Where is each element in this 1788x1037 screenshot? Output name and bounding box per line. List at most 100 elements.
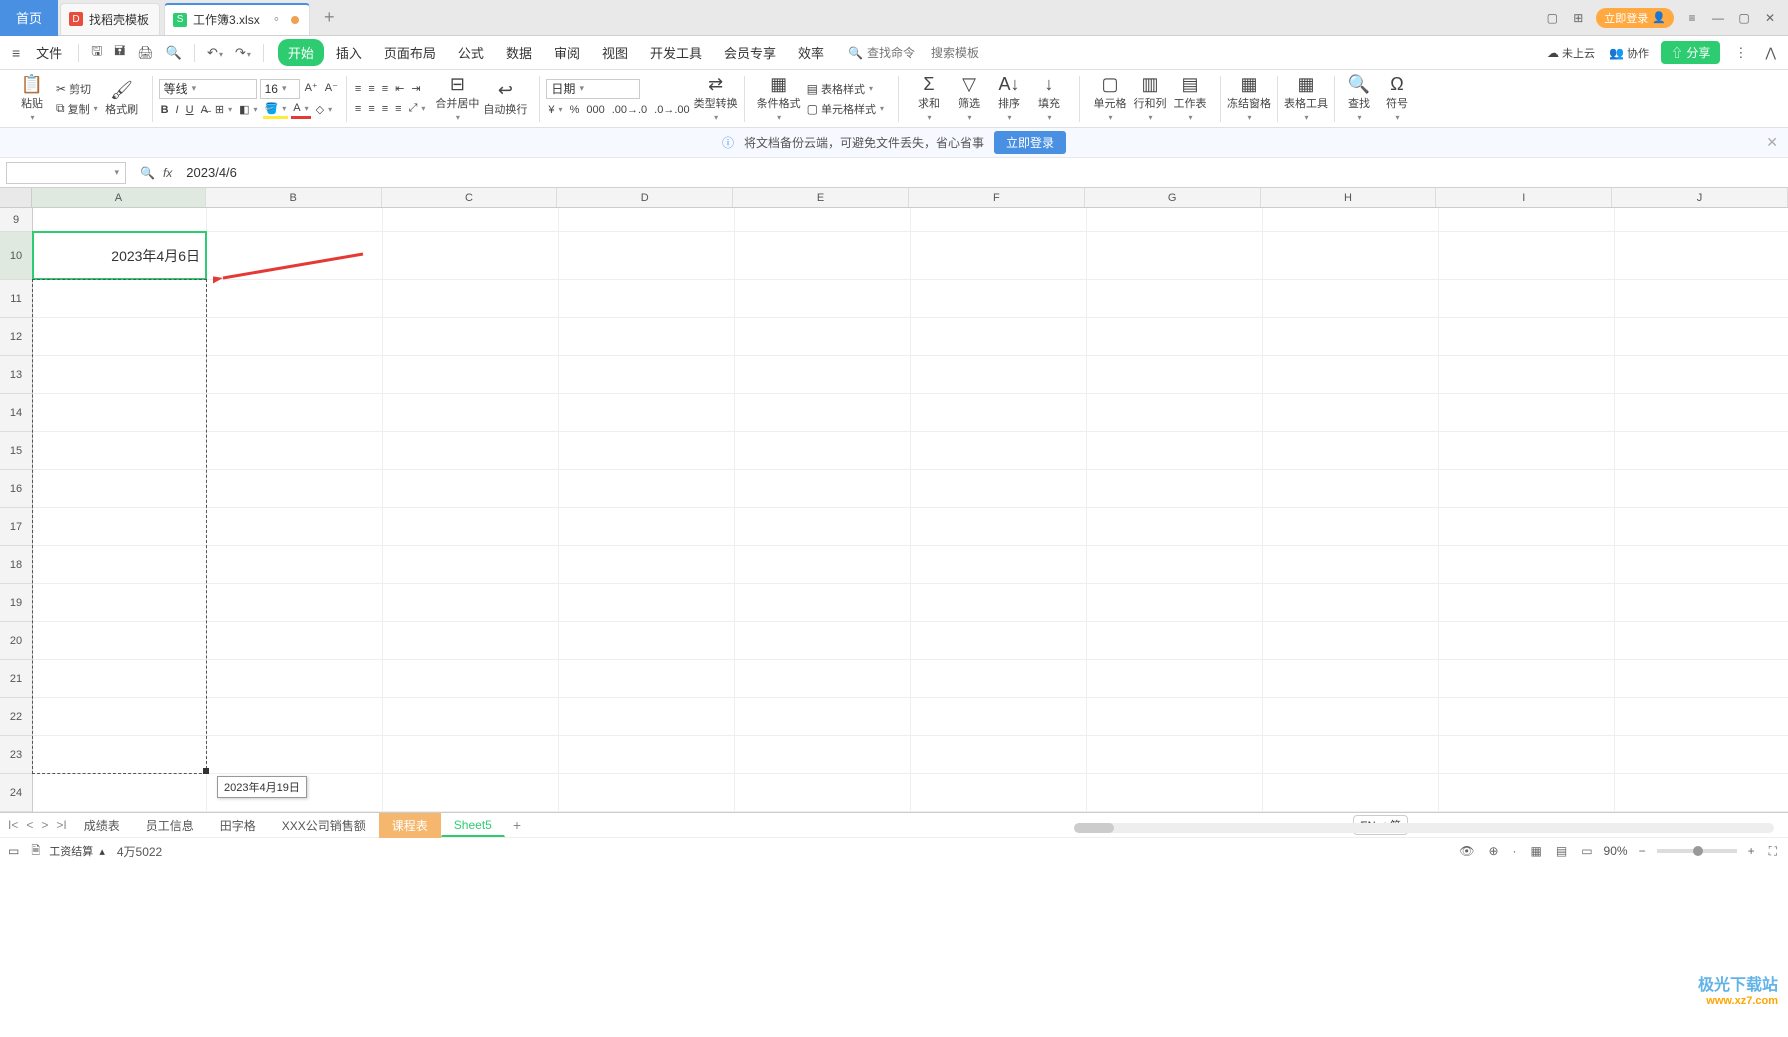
- zoom-thumb[interactable]: [1693, 846, 1703, 856]
- col-header-g[interactable]: G: [1085, 188, 1261, 207]
- strike-button[interactable]: A̶: [199, 101, 210, 119]
- tab-formula[interactable]: 公式: [448, 39, 494, 66]
- cancel-fx-icon[interactable]: 🔍: [140, 166, 155, 180]
- add-sheet-button[interactable]: +: [505, 817, 529, 833]
- row-header[interactable]: 15: [0, 432, 32, 470]
- search-tpl-input[interactable]: [931, 46, 991, 60]
- menu-icon[interactable]: ≡: [1684, 10, 1700, 26]
- maximize-icon[interactable]: ▢: [1736, 10, 1752, 26]
- dec-font-icon[interactable]: A⁻: [323, 79, 340, 97]
- zoom-in-icon[interactable]: +: [1745, 844, 1758, 858]
- fill-color-button[interactable]: 🪣: [263, 101, 289, 119]
- status-doc[interactable]: 🗎 工资结算 ▴: [29, 842, 107, 860]
- row-header[interactable]: 20: [0, 622, 32, 660]
- redo-icon[interactable]: ↷: [231, 45, 255, 61]
- clear-fmt-button[interactable]: ◇: [314, 101, 334, 119]
- col-header-h[interactable]: H: [1261, 188, 1437, 207]
- col-header-b[interactable]: B: [206, 188, 382, 207]
- tab-dev[interactable]: 开发工具: [640, 39, 712, 66]
- find-button[interactable]: 🔍查找: [1341, 75, 1377, 122]
- row-header[interactable]: 9: [0, 208, 32, 232]
- tab-vip[interactable]: 会员专享: [714, 39, 786, 66]
- table-tools-button[interactable]: ▦表格工具: [1284, 75, 1328, 122]
- inc-font-icon[interactable]: A⁺: [303, 79, 320, 97]
- dec-inc-icon[interactable]: .00→.0: [610, 101, 649, 119]
- orientation-icon[interactable]: ⤢: [407, 100, 428, 118]
- sheet-tab[interactable]: 成绩表: [71, 813, 133, 838]
- border-button[interactable]: ⊞: [213, 101, 234, 119]
- coop-button[interactable]: 👥协作: [1607, 44, 1651, 62]
- zoom-out-icon[interactable]: −: [1636, 844, 1649, 858]
- cell-effect-button[interactable]: ◧: [237, 101, 259, 119]
- cond-format-button[interactable]: ▦条件格式: [757, 75, 801, 122]
- sheet-nav-next-icon[interactable]: >: [37, 818, 52, 832]
- minimize-icon[interactable]: —: [1710, 10, 1726, 26]
- sum-button[interactable]: Σ求和: [911, 75, 947, 122]
- view-reading-icon[interactable]: ▭: [1578, 844, 1595, 858]
- copy-button[interactable]: ⧉复制: [54, 100, 100, 118]
- sheet-tab-active[interactable]: Sheet5: [441, 814, 505, 837]
- close-icon[interactable]: ✕: [1762, 10, 1778, 26]
- hamburger-icon[interactable]: ≡: [8, 45, 24, 61]
- align-left-icon[interactable]: ≡: [353, 100, 363, 118]
- search-cmd-input[interactable]: [867, 46, 927, 60]
- name-box[interactable]: [6, 162, 126, 184]
- sheet-tab[interactable]: 员工信息: [133, 813, 207, 838]
- tab-layout[interactable]: 页面布局: [374, 39, 446, 66]
- home-tab[interactable]: 首页: [0, 0, 58, 36]
- banner-close-icon[interactable]: ✕: [1766, 134, 1778, 151]
- collapse-ribbon-icon[interactable]: ⋀: [1761, 45, 1780, 61]
- type-convert-button[interactable]: ⇄类型转换: [694, 75, 738, 122]
- indent-inc-icon[interactable]: ⇥: [409, 80, 422, 98]
- cloud-login-button[interactable]: 立即登录: [994, 131, 1066, 154]
- cloud-status[interactable]: ☁未上云: [1545, 44, 1597, 62]
- hscroll-thumb[interactable]: [1074, 823, 1114, 833]
- freeze-button[interactable]: ▦冻结窗格: [1227, 75, 1271, 122]
- col-header-d[interactable]: D: [557, 188, 733, 207]
- paste-button[interactable]: 📋粘贴: [14, 75, 50, 122]
- tab-data[interactable]: 数据: [496, 39, 542, 66]
- fullscreen-icon[interactable]: ⛶: [1766, 844, 1780, 859]
- tab-view[interactable]: 视图: [592, 39, 638, 66]
- col-header-c[interactable]: C: [382, 188, 558, 207]
- eye-icon[interactable]: 👁: [1456, 844, 1477, 858]
- row-header[interactable]: 23: [0, 736, 32, 774]
- justify-icon[interactable]: ≡: [393, 100, 403, 118]
- template-tab[interactable]: D 找稻壳模板: [60, 3, 160, 35]
- mid-icon[interactable]: ·: [1510, 844, 1520, 858]
- tab-efficiency[interactable]: 效率: [788, 39, 834, 66]
- tab-pin-icon[interactable]: ⚬: [272, 13, 281, 26]
- col-header-f[interactable]: F: [909, 188, 1085, 207]
- align-top-icon[interactable]: ≡: [353, 80, 363, 98]
- sheet-tab[interactable]: 课程表: [379, 813, 441, 838]
- wrap-button[interactable]: ↩自动换行: [483, 81, 527, 117]
- col-header-i[interactable]: I: [1436, 188, 1612, 207]
- table-style-button[interactable]: ▤表格样式: [805, 80, 886, 98]
- layout-icon[interactable]: ▢: [1544, 10, 1560, 26]
- row-header[interactable]: 16: [0, 470, 32, 508]
- search-cmd[interactable]: 🔍: [848, 46, 927, 60]
- align-center-icon[interactable]: ≡: [366, 100, 376, 118]
- align-mid-icon[interactable]: ≡: [366, 80, 376, 98]
- row-header[interactable]: 13: [0, 356, 32, 394]
- row-header[interactable]: 18: [0, 546, 32, 584]
- print-icon[interactable]: 🖨: [133, 45, 158, 61]
- formula-input[interactable]: 2023/4/6: [180, 165, 1788, 180]
- undo-icon[interactable]: ↶: [203, 45, 227, 61]
- filter-button[interactable]: ▽筛选: [951, 75, 987, 122]
- row-header[interactable]: 19: [0, 584, 32, 622]
- row-header[interactable]: 10: [0, 232, 32, 280]
- symbol-button[interactable]: Ω符号: [1379, 75, 1415, 122]
- save-as-icon[interactable]: 🖬: [110, 42, 129, 64]
- col-header-e[interactable]: E: [733, 188, 909, 207]
- number-format-select[interactable]: 日期: [546, 79, 640, 99]
- currency-icon[interactable]: ¥: [546, 101, 564, 119]
- new-tab-button[interactable]: +: [316, 7, 343, 28]
- zoom-slider[interactable]: [1657, 849, 1737, 853]
- cell-button[interactable]: ▢单元格: [1092, 75, 1128, 122]
- align-right-icon[interactable]: ≡: [380, 100, 390, 118]
- grid-icon[interactable]: ⊞: [1570, 10, 1586, 26]
- font-color-button[interactable]: A: [291, 101, 310, 119]
- row-header[interactable]: 21: [0, 660, 32, 698]
- row-header[interactable]: 17: [0, 508, 32, 546]
